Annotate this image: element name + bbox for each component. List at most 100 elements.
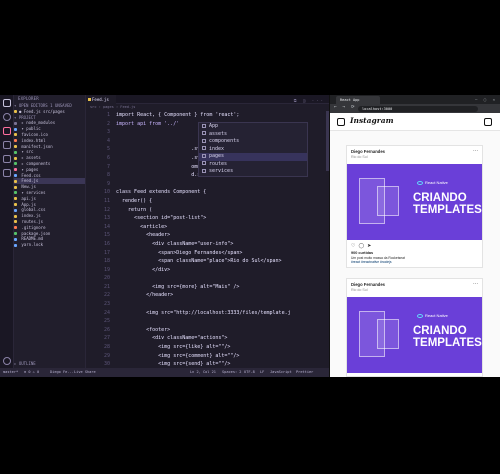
url-input[interactable]: localhost:3000 (358, 105, 478, 112)
code-line[interactable]: 13 <section id="post-list"> (86, 214, 326, 223)
line-number: 21 (103, 283, 110, 290)
autocomplete-popup[interactable]: App assets components index pages routes servi… (198, 122, 308, 177)
code-line[interactable]: 24 <img src="http://localhost:3333/files… (86, 309, 326, 318)
files-icon[interactable] (3, 99, 11, 107)
explorer-file[interactable]: yarn.lock (14, 242, 85, 248)
post-author[interactable]: Diego Fernandes (351, 149, 385, 154)
post-footer: ♡◯➤ 900 curtidas Um post muito massa da … (347, 240, 482, 267)
code-line[interactable]: 29 <img src={comment} alt=""/> (86, 352, 326, 361)
file-icon (14, 232, 17, 236)
suggestion-item[interactable]: index (199, 146, 307, 154)
suggestion-item[interactable]: services (199, 168, 307, 176)
browser-window: React App – ▢ ✕ ← → ⟳ localhost:3000 Ins… (329, 95, 500, 377)
indentation-status[interactable]: Spaces: 2 (222, 368, 241, 377)
breadcrumb[interactable]: src › pages › Feed.js (86, 104, 329, 110)
more-icon[interactable]: ··· (473, 148, 478, 154)
line-text: .svg'; (116, 154, 210, 161)
code-line[interactable]: 15 <header> (86, 231, 326, 240)
line-number: 12 (103, 206, 110, 213)
code-line[interactable]: 19 </div> (86, 266, 326, 275)
live-share-icon[interactable] (3, 169, 11, 177)
post-author[interactable]: Diego Fernandes (351, 282, 385, 287)
suggestion-item[interactable]: routes (199, 161, 307, 169)
camera-icon[interactable] (337, 118, 345, 126)
browser-tab[interactable]: React App (336, 96, 380, 104)
tab-feed-js[interactable]: Feed.js (86, 95, 116, 104)
editor-actions[interactable]: ⧉ ◫ ··· (294, 98, 325, 103)
code-line[interactable]: 9 (86, 180, 326, 189)
eol-status[interactable]: LF (260, 368, 264, 377)
line-number: 3 (106, 129, 110, 136)
post-hashtags[interactable]: #react #reactnative #nodejs (351, 260, 478, 264)
status-bar: master* ⊗ 0 ⚠ 0 Diego Fe... Live Share L… (0, 368, 329, 377)
line-text: <img src={comment} alt=""/> (116, 352, 240, 359)
line-text: <article> (116, 223, 168, 230)
code-line[interactable]: 11 render() { (86, 197, 326, 206)
code-line[interactable]: 1 import React, { Component } from 'react… (86, 111, 326, 120)
branch-status[interactable]: master* (3, 368, 18, 377)
window-controls[interactable]: – ▢ ✕ (475, 97, 497, 102)
prettier-status[interactable]: Prettier (296, 368, 313, 377)
language-status[interactable]: JavaScript (270, 368, 292, 377)
direct-icon[interactable] (484, 118, 492, 126)
line-number: 1 (106, 112, 110, 118)
line-text: <footer> (116, 326, 171, 333)
suggestion-label: components (209, 138, 240, 144)
code-line[interactable]: 28 <img src={like} alt=""/> (86, 343, 326, 352)
search-icon[interactable] (3, 113, 11, 121)
explorer-label: ▾ pages (19, 166, 39, 172)
line-number: 16 (103, 240, 110, 247)
user-status[interactable]: Diego Fe... (50, 368, 74, 377)
code-line[interactable]: 20 (86, 274, 326, 283)
explorer-label: .gitignore (19, 224, 46, 230)
code-line[interactable]: 14 <article> (86, 223, 326, 232)
code-line[interactable]: 12 return ( (86, 206, 326, 215)
navigation-buttons[interactable]: ← → ⟳ (334, 105, 356, 110)
file-icon (14, 237, 17, 241)
explorer-tree: ▾ OPEN EDITORS 1 UNSAVED ● Feed.js src/pa… (14, 103, 85, 248)
settings-gear-icon[interactable] (3, 357, 11, 365)
line-text: <span>Diego Fernandes</span> (116, 249, 243, 256)
suggestion-item[interactable]: components (199, 138, 307, 146)
encoding-status[interactable]: UTF-8 (244, 368, 255, 377)
extensions-icon[interactable] (3, 155, 11, 163)
line-text: <img src={like} alt=""/> (116, 344, 231, 351)
code-line[interactable]: 17 <span>Diego Fernandes</span> (86, 249, 326, 258)
more-icon[interactable]: ··· (473, 281, 478, 287)
problems-status[interactable]: ⊗ 0 ⚠ 0 (24, 368, 39, 377)
cursor-position[interactable]: Ln 2, Col 21 (190, 368, 216, 377)
line-text: return ( (116, 206, 153, 213)
code-line[interactable]: 18 <span className="place">Rio do Sul</s… (86, 257, 326, 266)
code-line[interactable]: 27 <div className="actions"> (86, 334, 326, 343)
comment-icon[interactable]: ◯ (358, 243, 367, 249)
code-editor: Feed.js ⧉ ◫ ··· src › pages › Feed.js 1i… (86, 95, 329, 376)
code-line[interactable]: 26 <footer> (86, 326, 326, 335)
code-line[interactable]: 23 (86, 300, 326, 309)
explorer-label: package.json (19, 230, 51, 236)
suggestion-item[interactable]: assets (199, 131, 307, 139)
source-control-icon[interactable] (3, 127, 11, 135)
live-share-status[interactable]: Live Share (74, 368, 96, 377)
activity-bar (0, 95, 14, 377)
code-line[interactable]: 22 </header> (86, 291, 326, 300)
code-line[interactable]: 21 <img src={more} alt="Mais" /> (86, 283, 326, 292)
debug-icon[interactable] (3, 141, 11, 149)
explorer-label: global.css (19, 207, 46, 213)
file-icon (14, 133, 17, 137)
code-line[interactable]: 25 (86, 317, 326, 326)
explorer-label: routes.js (19, 218, 44, 224)
code-line[interactable]: 10 class Feed extends Component { (86, 188, 326, 197)
instagram-logo[interactable]: Instagram (350, 116, 394, 125)
line-number: 13 (103, 215, 110, 222)
code-line[interactable]: 16 <div className="user-info"> (86, 240, 326, 249)
line-text: </div> (116, 266, 171, 273)
line-number: 20 (103, 275, 110, 282)
line-text: <section id="post-list"> (116, 215, 207, 222)
outline-section[interactable]: ▸ OUTLINE (14, 361, 86, 367)
browser-tab-bar: React App – ▢ ✕ (330, 95, 500, 104)
suggestion-item[interactable]: pages (199, 153, 307, 161)
file-icon (14, 220, 17, 224)
suggestion-item[interactable]: App (199, 123, 307, 131)
send-icon[interactable]: ➤ (367, 243, 374, 249)
file-icon (14, 179, 17, 183)
